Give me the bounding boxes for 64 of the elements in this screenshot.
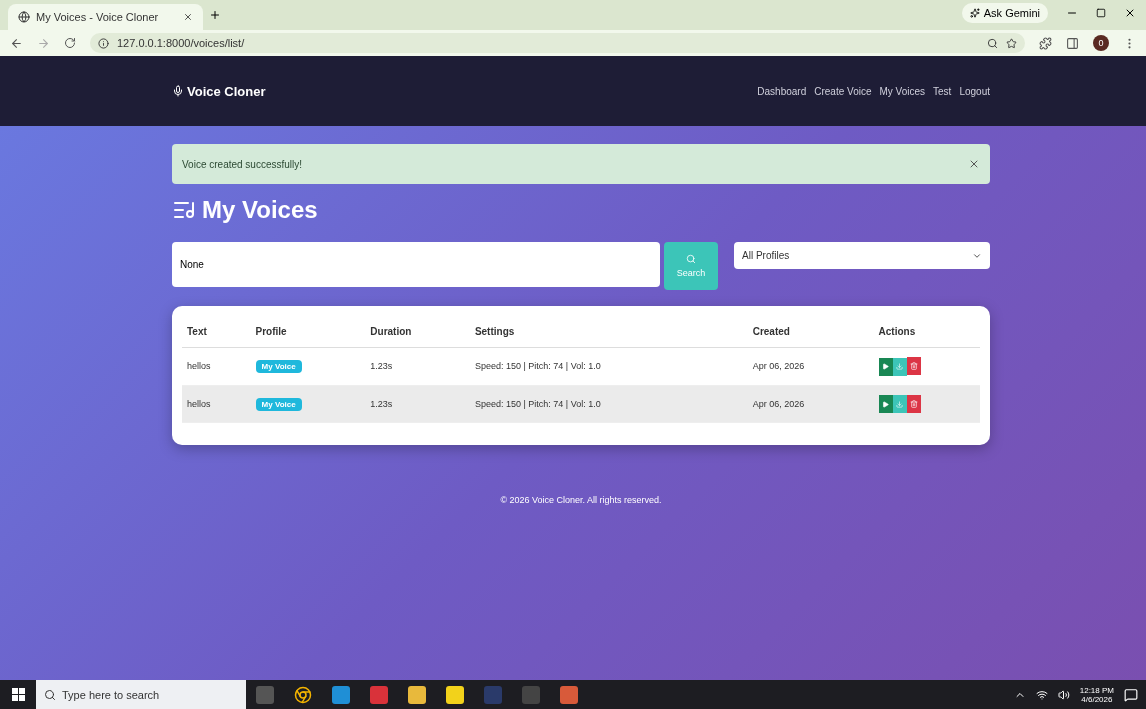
search-icon [44,688,56,701]
puzzle-icon[interactable] [1039,36,1052,50]
profile-badge: My Voice [255,360,302,374]
profile-avatar[interactable]: 0 [1093,35,1109,51]
column-header: Profile [250,316,366,348]
reload-icon[interactable] [64,37,76,49]
profile-select[interactable]: All Profiles [734,242,990,269]
windows-icon [11,688,25,701]
table-cell: Speed: 150 | Pitch: 74 | Vol: 1.0 [469,385,748,423]
page-title: My Voices [202,196,318,224]
close-icon[interactable] [183,12,193,22]
nav-link[interactable]: Logout [959,85,990,97]
nav-link[interactable]: Dashboard [757,85,807,97]
wifi-icon[interactable] [1035,688,1048,701]
globe-icon [18,11,30,23]
table-cell: Speed: 150 | Pitch: 74 | Vol: 1.0 [469,347,748,385]
back-icon[interactable] [10,36,23,50]
table-cell: hellos [182,347,251,385]
nav-link[interactable]: Test [933,85,952,97]
play-icon [882,363,890,370]
profile-badge: My Voice [255,397,302,411]
table-cell: 1.23s [365,385,470,423]
alert-message: Voice created successfully! [182,158,303,170]
table-cell: Apr 06, 2026 [747,385,874,423]
brand-link[interactable]: Voice Cloner [172,83,266,99]
footer-text: © 2026 Voice Cloner. All rights reserved. [499,495,663,505]
trash-icon [909,399,918,408]
speaker-icon[interactable] [1057,688,1070,701]
sparkle-icon [969,8,980,18]
taskbar-clock[interactable]: 12:18 PM 4/6/2026 [1079,685,1114,704]
tab-title: My Voices - Voice Cloner [36,11,159,23]
column-header: Duration [365,316,470,348]
trash-icon [909,362,918,370]
search-icon [686,254,696,264]
taskbar-search-field[interactable]: Type here to search [36,680,246,709]
download-icon [896,400,904,408]
download-button[interactable] [892,395,907,413]
notification-icon[interactable] [1124,687,1138,702]
close-icon[interactable] [1124,7,1136,19]
play-button[interactable] [878,395,893,413]
play-button[interactable] [878,357,893,376]
download-icon [896,363,904,370]
column-header: Settings [469,316,748,348]
column-header: Created [747,316,874,348]
search-field[interactable]: None [172,242,660,287]
microphone-icon [172,85,184,97]
play-icon [882,400,890,408]
browser-tab[interactable]: My Voices - Voice Cloner [8,4,203,30]
ask-gemini-button[interactable]: Ask Gemini [961,3,1048,23]
address-bar[interactable]: 127.0.0.1:8000/voices/list/ [90,33,1025,53]
column-header: Actions [873,316,980,348]
column-header: Text [182,316,251,348]
table-cell: 1.23s [365,347,470,385]
maximize-icon[interactable] [1096,8,1106,18]
nav-link[interactable]: My Voices [879,85,926,97]
delete-button[interactable] [906,394,921,413]
table-cell: hellos [182,385,251,423]
table-cell: Apr 06, 2026 [747,347,874,385]
nav-link[interactable]: Create Voice [814,85,872,97]
side-panel-icon[interactable] [1066,36,1079,50]
zoom-icon[interactable] [987,37,998,49]
star-icon[interactable] [1006,37,1017,49]
info-icon [98,37,109,49]
new-tab-icon[interactable] [209,9,221,21]
